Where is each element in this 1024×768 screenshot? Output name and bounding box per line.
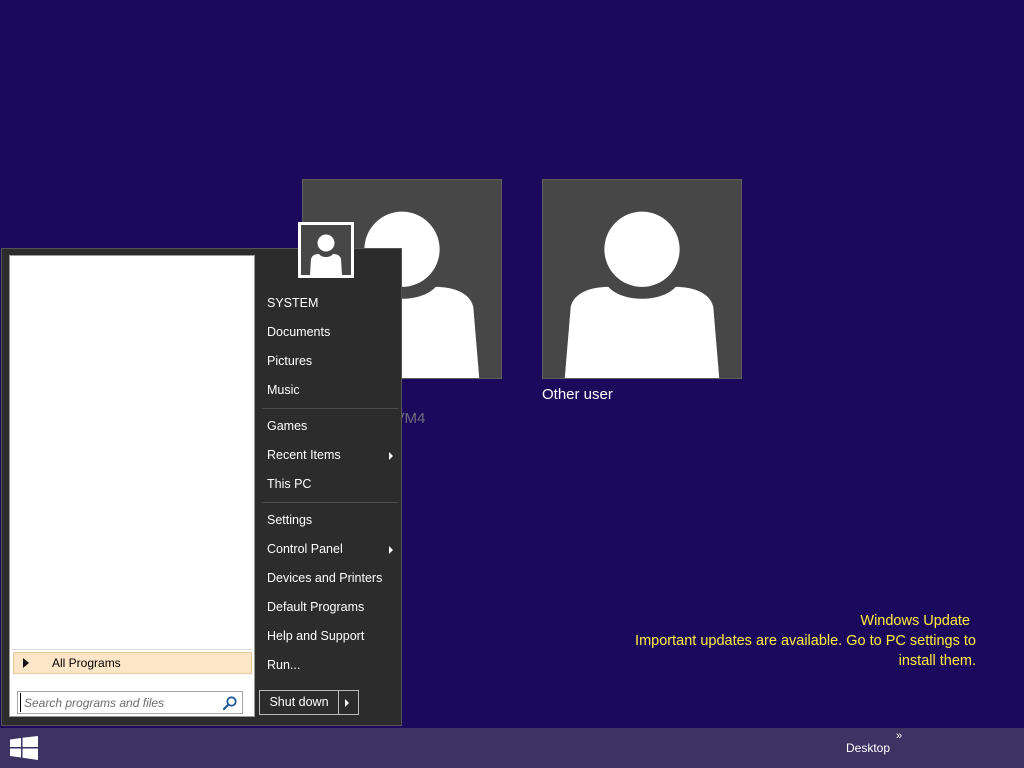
notification-title: Windows Update (860, 613, 970, 629)
recent-items-label: Recent Items (267, 448, 341, 462)
menu-item-control-panel[interactable]: Control Panel (260, 535, 398, 564)
shutdown-divider (338, 691, 339, 714)
menu-item-pictures[interactable]: Pictures (260, 347, 398, 376)
menu-separator (262, 408, 398, 409)
submenu-arrow-icon (389, 546, 393, 554)
menu-separator (262, 502, 398, 503)
menu-item-settings[interactable]: Settings (260, 506, 398, 535)
start-menu: All Programs SYSTEM Documents Pictures M… (1, 248, 402, 726)
user-tile-other-user[interactable] (542, 179, 742, 379)
user-picture[interactable] (298, 222, 354, 278)
pane-divider (12, 649, 252, 650)
all-programs-button[interactable]: All Programs (13, 652, 252, 674)
user-silhouette-icon (564, 211, 720, 378)
windows-update-notification[interactable]: Windows Update Important updates are ava… (635, 611, 976, 671)
search-input[interactable] (20, 693, 220, 712)
shutdown-options-arrow-icon[interactable] (345, 699, 349, 707)
places-pane: SYSTEM Documents Pictures Music Games Re… (260, 289, 398, 680)
taskbar: Desktop » (0, 728, 1024, 768)
shutdown-label[interactable]: Shut down (260, 691, 338, 714)
menu-item-recent-items[interactable]: Recent Items (260, 441, 398, 470)
user-silhouette-icon (310, 234, 342, 275)
other-user-label: Other user (542, 386, 613, 403)
notification-line-2: install them. (898, 653, 976, 669)
expand-arrow-icon (23, 658, 29, 668)
desktop-toolbar-label[interactable]: Desktop (846, 741, 890, 755)
menu-item-games[interactable]: Games (260, 412, 398, 441)
control-panel-label: Control Panel (267, 542, 343, 556)
submenu-arrow-icon (389, 452, 393, 460)
chevron-double-right-icon[interactable]: » (896, 730, 902, 742)
windows-logo-icon[interactable] (10, 736, 38, 760)
menu-item-devices-printers[interactable]: Devices and Printers (260, 564, 398, 593)
menu-item-this-pc[interactable]: This PC (260, 470, 398, 499)
search-box[interactable] (17, 691, 243, 714)
programs-pane: All Programs (9, 255, 255, 717)
search-icon[interactable] (222, 695, 238, 711)
shutdown-button[interactable]: Shut down (259, 690, 359, 715)
notification-line-1: Important updates are available. Go to P… (635, 633, 976, 649)
menu-item-default-programs[interactable]: Default Programs (260, 593, 398, 622)
menu-item-run[interactable]: Run... (260, 651, 398, 680)
menu-item-documents[interactable]: Documents (260, 318, 398, 347)
menu-item-help-support[interactable]: Help and Support (260, 622, 398, 651)
menu-item-music[interactable]: Music (260, 376, 398, 405)
all-programs-label: All Programs (52, 656, 121, 670)
menu-item-system[interactable]: SYSTEM (260, 289, 398, 318)
